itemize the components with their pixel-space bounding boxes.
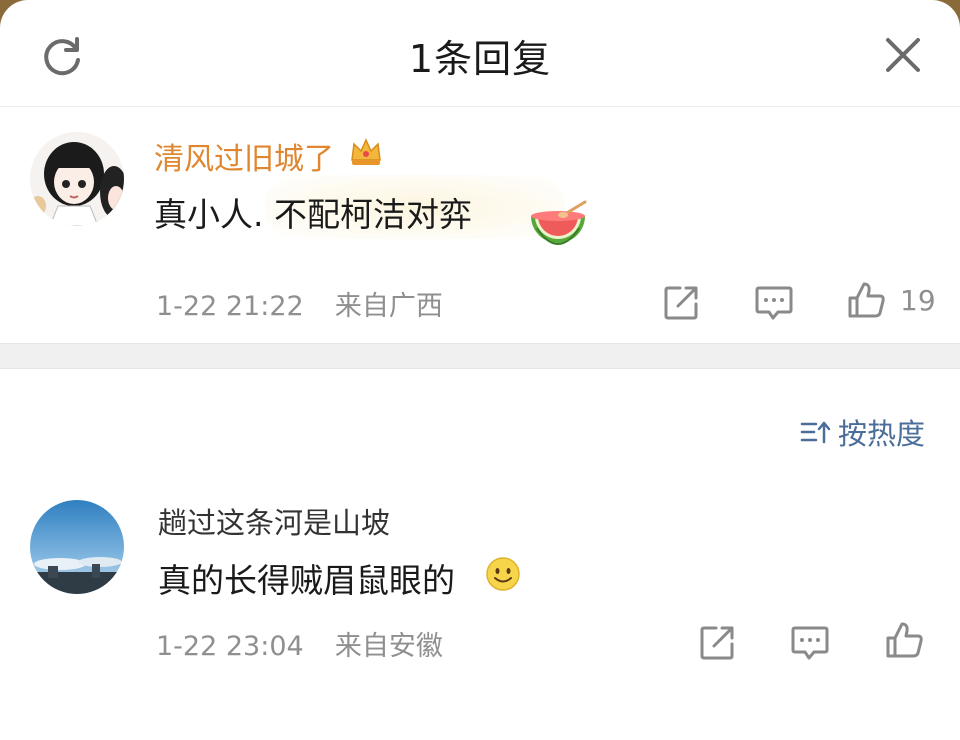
reply-like-button[interactable]	[884, 620, 924, 660]
reply-timestamp: 1-22 23:04	[156, 631, 304, 662]
reply-username[interactable]: 趟过这条河是山坡	[158, 500, 390, 542]
share-icon	[700, 626, 734, 660]
reply-location: 来自安徽	[334, 631, 443, 662]
reply-sheet: 1条回复 清风过旧城了 真小人. 不配柯洁对弈 1-22 21:22 来自广西 …	[0, 0, 960, 740]
comment-icon	[791, 626, 829, 660]
reply-comment: 趟过这条河是山坡 真的长得贼眉鼠眼的 1-22 23:04 来自安徽	[0, 0, 960, 721]
smile-emoji-icon	[486, 557, 520, 591]
reply-avatar[interactable]	[30, 500, 124, 594]
reply-time: 1-22 23:04 来自安徽	[156, 624, 443, 663]
reply-share-button[interactable]	[698, 622, 738, 662]
avatar-sky-image	[30, 500, 124, 594]
reply-text: 真的长得贼眉鼠眼的	[158, 561, 455, 600]
like-icon	[886, 622, 923, 658]
reply-comment-button[interactable]	[790, 622, 830, 662]
